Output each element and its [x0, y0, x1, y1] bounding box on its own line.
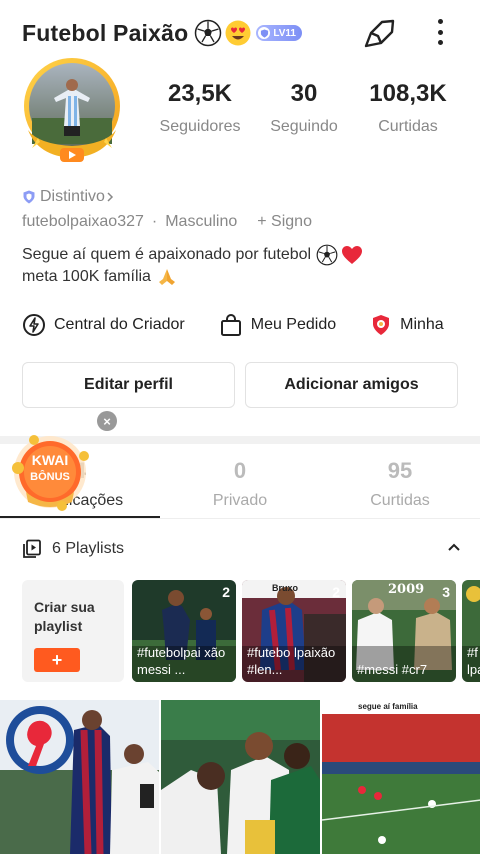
badge-link-label: Distintivo	[40, 188, 105, 205]
more-dot-icon	[437, 19, 443, 24]
profile-name: Futebol Paixão	[22, 19, 189, 46]
tab-label: Privado	[212, 492, 268, 509]
playlist-card[interactable]: 2009 3 #messi #cr7	[352, 580, 456, 682]
video-thumbnail[interactable]	[0, 700, 159, 854]
bio-text: Segue aí quem é apaixonado por futebol	[22, 246, 312, 263]
playlist-card[interactable]: Bruxo 2 #futebo lpaixão #len...	[242, 580, 346, 682]
create-playlist-label-1: Criar sua	[34, 599, 95, 615]
add-sign-link[interactable]: + Signo	[257, 213, 312, 231]
my-team-link[interactable]: Minha	[370, 314, 444, 336]
video-grid: segue aí família	[0, 700, 480, 854]
tab-count: 95	[387, 458, 413, 483]
badge-link[interactable]: Distintivo	[22, 188, 115, 206]
soccer-ball-icon	[316, 244, 338, 266]
profile-meta: futebolpaixao327 · Masculino + Signo	[22, 213, 312, 231]
stat-likes[interactable]: 108,3K Curtidas	[360, 80, 456, 136]
creator-tools-row: Central do Criador Meu Pedido Minha	[22, 310, 480, 340]
create-playlist-card[interactable]: Criar sua playlist +	[22, 580, 124, 682]
video-thumbnail-image	[322, 700, 480, 854]
kwai-bonus-widget[interactable]: KWAI BÔNUS	[10, 428, 100, 518]
my-team-label: Minha	[400, 316, 444, 333]
level-text: LV11	[273, 27, 296, 39]
stat-label: Seguidores	[159, 118, 241, 135]
playlist-caption: #futebo lpaixão #len...	[247, 645, 336, 677]
more-options-button[interactable]	[428, 14, 452, 50]
stat-value: 23,5K	[167, 80, 233, 107]
stat-value: 108,3K	[369, 80, 447, 107]
playlist-tag: 2009	[388, 582, 425, 597]
playlist-count: 2	[332, 584, 340, 600]
playlists-header[interactable]: 6 Playlists	[22, 536, 462, 562]
stat-label: Curtidas	[378, 118, 438, 135]
playlist-count: 3	[442, 584, 450, 600]
chevron-right-icon	[107, 192, 113, 202]
playlist-count: 2	[222, 584, 230, 600]
chevron-up-icon[interactable]	[446, 539, 462, 555]
profile-stats: 23,5K Seguidores 30 Seguindo 108,3K Curt…	[150, 80, 470, 140]
red-heart-icon	[342, 246, 363, 264]
badge-shield-icon	[23, 190, 35, 204]
level-shield-icon	[258, 27, 271, 39]
playlists-row: Criar sua playlist + 2 #futebolpai xão m…	[22, 580, 480, 682]
close-icon[interactable]: ×	[97, 411, 117, 431]
profile-bio: Segue aí quem é apaixonado por futebol m…	[22, 244, 452, 288]
playlist-caption: #messi #cr7	[357, 662, 428, 677]
playlist-caption: #futebolpai xão messi ...	[137, 645, 226, 677]
lightning-icon	[23, 314, 45, 336]
tabs-bottom-border	[0, 518, 480, 519]
my-order-label: Meu Pedido	[250, 316, 337, 333]
heart-eyes-emoji-icon	[225, 20, 251, 46]
creator-center-link[interactable]: Central do Criador	[22, 313, 185, 337]
edit-profile-button[interactable]: Editar perfil	[22, 362, 235, 408]
create-playlist-label-2: playlist	[34, 618, 83, 634]
kwai-line1: KWAI	[32, 452, 69, 468]
playlist-card[interactable]: #f lpa	[462, 580, 480, 682]
tab-likes[interactable]: 95 Curtidas	[320, 458, 480, 510]
bio-text: meta 100K família	[22, 268, 151, 285]
playlist-icon	[23, 539, 41, 558]
video-thumbnail-image	[0, 700, 159, 854]
stat-value: 30	[290, 80, 318, 107]
video-thumbnail[interactable]: segue aí família	[322, 700, 480, 854]
tab-label: Curtidas	[370, 492, 430, 509]
share-button[interactable]	[362, 16, 398, 50]
add-playlist-button[interactable]: +	[34, 648, 80, 672]
profile-header: Futebol Paixão LV11	[0, 0, 480, 64]
team-shield-icon	[373, 315, 390, 335]
playlist-caption: #f lpa	[467, 645, 480, 677]
shopping-bag-icon	[220, 314, 241, 336]
playlists-count-label: 6 Playlists	[52, 540, 125, 557]
level-badge: LV11	[256, 25, 302, 41]
more-dot-icon	[437, 40, 443, 45]
praying-hands-icon	[158, 269, 175, 285]
kwai-bonus-icon: KWAI BÔNUS	[12, 435, 89, 511]
more-dot-icon	[437, 29, 443, 35]
tab-private[interactable]: 0 Privado	[160, 458, 320, 510]
username: futebolpaixao327	[22, 213, 144, 230]
bio-line: meta 100K família	[22, 266, 452, 288]
tab-count: 0	[233, 458, 247, 483]
stat-following[interactable]: 30 Seguindo	[260, 80, 348, 136]
stat-label: Seguindo	[270, 118, 338, 135]
avatar[interactable]	[18, 56, 130, 168]
creator-center-label: Central do Criador	[54, 316, 185, 333]
avatar-image	[24, 58, 120, 162]
title-wrap: Futebol Paixão LV11	[22, 16, 302, 50]
meta-separator: ·	[151, 213, 158, 230]
bio-line: Segue aí quem é apaixonado por futebol	[22, 244, 452, 266]
add-friends-button[interactable]: Adicionar amigos	[245, 362, 458, 408]
my-order-link[interactable]: Meu Pedido	[219, 313, 336, 337]
share-arrow-icon	[364, 19, 395, 48]
playlist-card[interactable]: 2 #futebolpai xão messi ...	[132, 580, 236, 682]
gender: Masculino	[165, 213, 238, 230]
video-thumbnail-image	[161, 700, 320, 854]
soccer-ball-icon	[195, 19, 222, 47]
video-thumbnail[interactable]	[161, 700, 320, 854]
playlist-tag: Bruxo	[272, 583, 299, 593]
video-caption: segue aí família	[358, 702, 418, 711]
stat-followers[interactable]: 23,5K Seguidores	[150, 80, 250, 136]
kwai-line2: BÔNUS	[30, 470, 70, 483]
